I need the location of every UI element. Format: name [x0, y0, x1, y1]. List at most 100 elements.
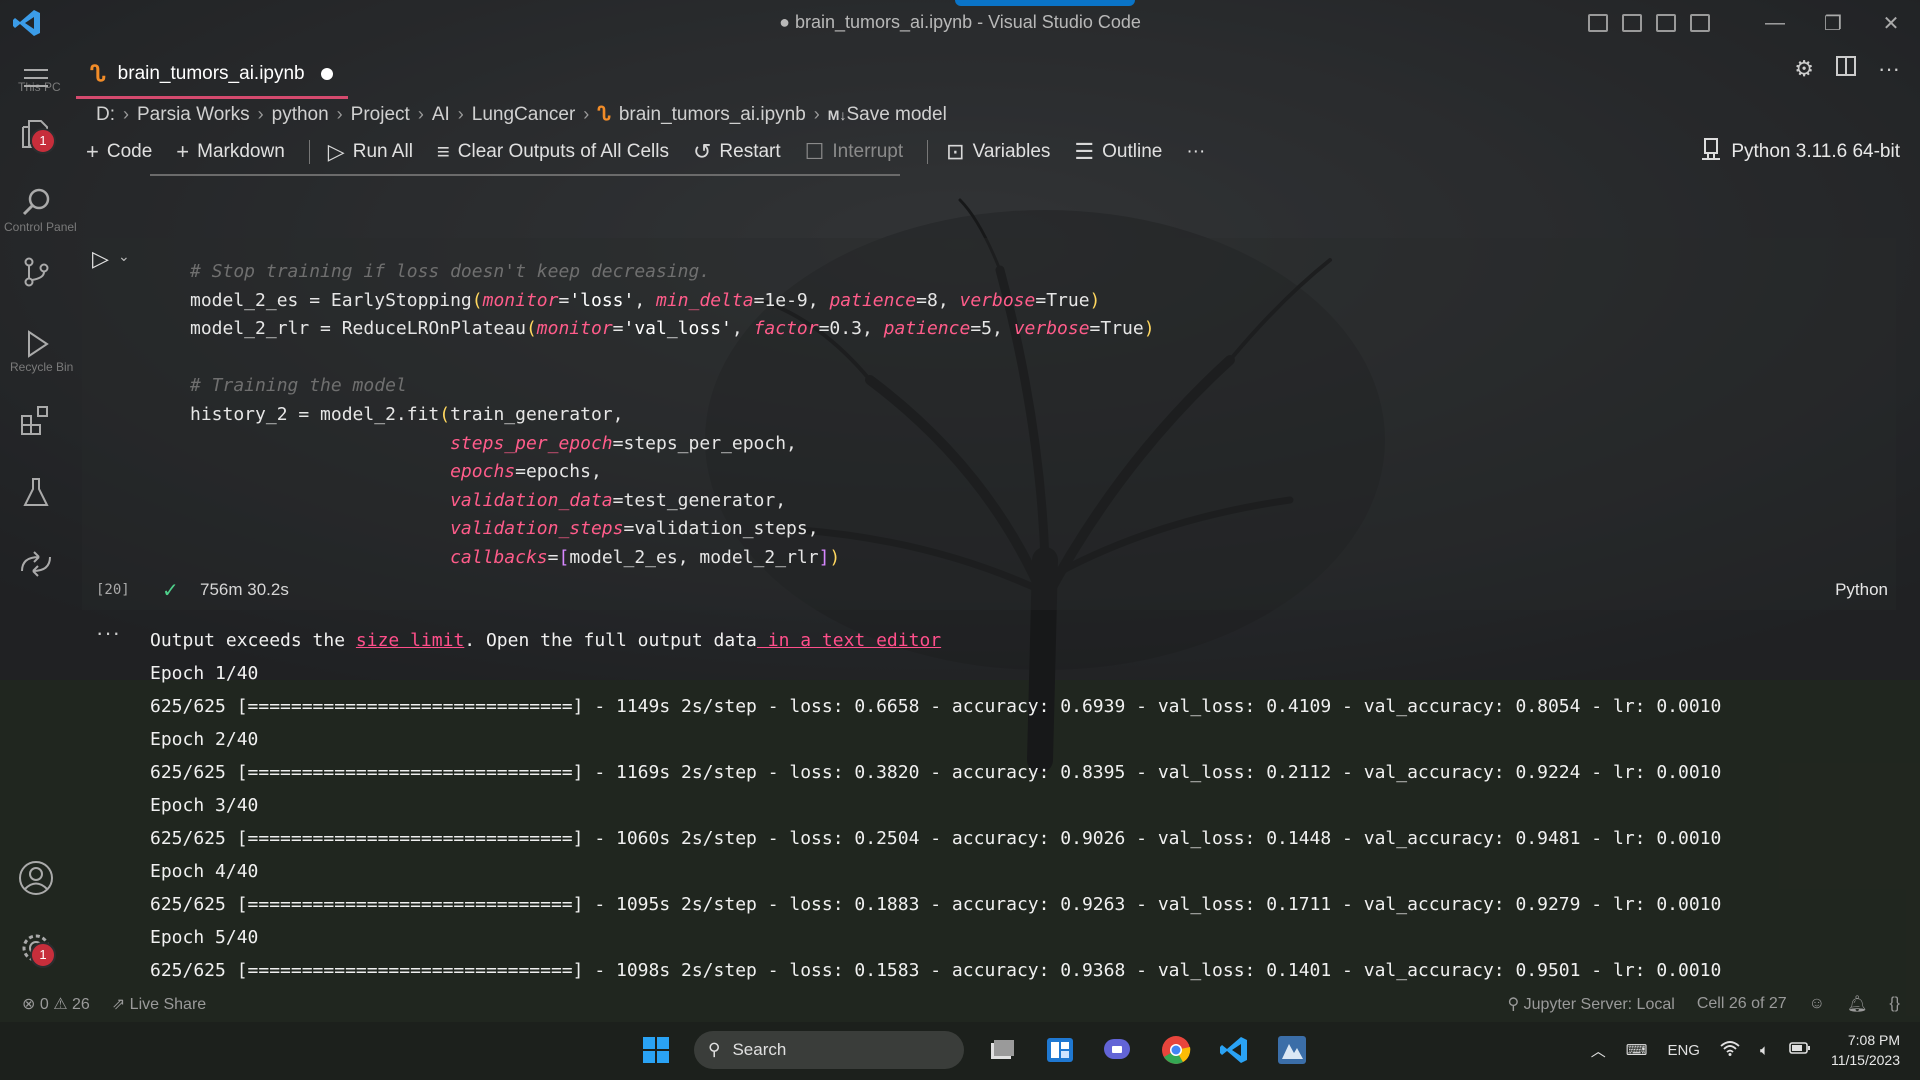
clear-outputs-button[interactable]: ≡ Clear Outputs of All Cells	[437, 139, 669, 165]
source-control-icon[interactable]	[14, 250, 58, 294]
battery-icon[interactable]	[1789, 1041, 1811, 1059]
kernel-icon	[1701, 138, 1721, 166]
warning-icon: ⚠	[53, 996, 68, 1013]
run-debug-icon[interactable]	[14, 322, 58, 366]
app-taskbar-icon[interactable]	[1272, 1030, 1312, 1070]
minimize-button[interactable]: —	[1746, 12, 1804, 35]
problems-status[interactable]: ⊗ 0 ⚠ 26	[22, 994, 90, 1014]
accounts-icon[interactable]	[14, 856, 58, 900]
input-language[interactable]: ENG	[1667, 1042, 1700, 1059]
extensions-icon[interactable]	[14, 398, 58, 442]
taskbar-search[interactable]: ⚲ Search	[694, 1031, 964, 1069]
toggle-panel-icon[interactable]	[1622, 14, 1642, 32]
more-actions-icon[interactable]: ···	[1878, 56, 1900, 82]
output-line: 625/625 [==============================]…	[150, 894, 1722, 915]
close-button[interactable]: ✕	[1862, 11, 1920, 36]
run-all-button[interactable]: ▷ Run All	[328, 139, 413, 165]
add-code-cell-button[interactable]: + Code	[86, 139, 152, 165]
toggle-primary-sidebar-icon[interactable]	[1588, 14, 1608, 32]
breadcrumb-item[interactable]: Save model	[846, 104, 946, 125]
restart-icon: ↺	[692, 139, 712, 164]
breadcrumb-item[interactable]: D:	[96, 104, 115, 126]
clear-all-icon: ≡	[436, 139, 450, 164]
manage-gear-icon[interactable]: 1	[14, 926, 58, 970]
add-markdown-cell-button[interactable]: + Markdown	[176, 139, 285, 165]
chevron-right-icon: ›	[336, 104, 343, 124]
teams-chat-icon[interactable]	[1098, 1030, 1138, 1070]
widgets-icon[interactable]	[1040, 1030, 1080, 1070]
plus-icon: +	[86, 139, 99, 164]
windows-start-icon[interactable]	[636, 1030, 676, 1070]
restart-button[interactable]: ↺ Restart	[693, 139, 781, 165]
breadcrumb-item[interactable]: Parsia Works	[137, 104, 250, 126]
breadcrumb-item[interactable]: AI	[432, 104, 450, 126]
restart-label: Restart	[719, 141, 781, 162]
layout-controls	[1588, 14, 1710, 32]
split-editor-icon[interactable]	[1836, 56, 1857, 82]
clock-time: 7:08 PM	[1847, 1032, 1900, 1048]
restore-button[interactable]: ❐	[1804, 11, 1862, 36]
interrupt-label: Interrupt	[832, 141, 904, 162]
execution-duration: 756m 30.2s	[200, 580, 289, 599]
wifi-icon[interactable]	[1720, 1040, 1740, 1060]
add-markdown-label: Markdown	[197, 141, 285, 162]
menu-icon[interactable]	[14, 56, 58, 100]
add-code-label: Code	[106, 141, 153, 162]
jupyter-server-status[interactable]: ⚲ Jupyter Server: Local	[1507, 994, 1674, 1014]
warning-count: 26	[72, 996, 90, 1013]
cell-language[interactable]: Python	[1835, 580, 1888, 600]
run-cell-icon[interactable]: ▷	[92, 246, 109, 272]
live-share-status[interactable]: ⇗ Live Share	[112, 994, 206, 1014]
title-bar: ● brain_tumors_ai.ipynb - Visual Studio …	[0, 0, 1920, 46]
output-line: 625/625 [==============================]…	[150, 696, 1722, 717]
ellipsis-icon: ···	[1186, 141, 1206, 162]
volume-icon[interactable]: 🔈︎	[1760, 1042, 1769, 1059]
keyboard-icon[interactable]: ⌨	[1626, 1041, 1648, 1059]
clock[interactable]: 7:08 PM 11/15/2023	[1831, 1030, 1900, 1070]
breadcrumb-item[interactable]: python	[272, 104, 329, 126]
plus-icon: +	[176, 139, 190, 164]
explorer-icon[interactable]: 1	[14, 112, 58, 156]
notebook-settings-gear-icon[interactable]: ⚙	[1794, 56, 1814, 82]
testing-icon[interactable]	[14, 470, 58, 514]
notifications-bell-icon[interactable]: 🔔︎	[1847, 994, 1867, 1014]
open-in-editor-link[interactable]: in a text editor	[757, 630, 941, 651]
cell-output: ··· Output exceeds the size limit. Open …	[82, 620, 1896, 992]
toolbar-divider	[308, 140, 310, 164]
kernel-picker[interactable]: Python 3.11.6 64-bit	[1701, 138, 1900, 166]
customize-layout-icon[interactable]	[1690, 14, 1710, 32]
interrupt-button[interactable]: ☐ Interrupt	[805, 139, 904, 165]
code-editor[interactable]: # Stop training if loss doesn't keep dec…	[190, 258, 1155, 573]
code-cell[interactable]: ▷ ⌄ # Stop training if loss doesn't keep…	[82, 238, 1896, 610]
tab-brain-tumors-notebook[interactable]: ᔐ brain_tumors_ai.ipynb	[76, 52, 348, 99]
outline-button[interactable]: ☰ Outline	[1074, 139, 1162, 165]
copilot-icon[interactable]: {}	[1889, 995, 1900, 1013]
unsaved-dot-icon[interactable]	[320, 68, 333, 80]
breadcrumb-item[interactable]: brain_tumors_ai.ipynb	[619, 104, 806, 126]
search-icon[interactable]	[14, 180, 58, 224]
output-more-icon[interactable]: ···	[96, 620, 121, 646]
toggle-secondary-sidebar-icon[interactable]	[1656, 14, 1676, 32]
breadcrumb-item[interactable]: LungCancer	[472, 104, 576, 126]
task-view-icon[interactable]	[982, 1030, 1022, 1070]
chevron-down-icon[interactable]: ⌄	[118, 248, 130, 265]
output-notice: Output exceeds the	[150, 630, 356, 651]
feedback-icon[interactable]: ☺	[1809, 995, 1825, 1013]
cell-position[interactable]: Cell 26 of 27	[1697, 995, 1787, 1013]
chrome-icon[interactable]	[1156, 1030, 1196, 1070]
toolbar-more-button[interactable]: ···	[1186, 141, 1205, 163]
manage-badge: 1	[30, 942, 56, 968]
output-line: 625/625 [==============================]…	[150, 762, 1722, 783]
clock-date: 11/15/2023	[1830, 1052, 1900, 1068]
markdown-icon: M↓	[827, 106, 847, 123]
clear-outputs-label: Clear Outputs of All Cells	[457, 141, 669, 162]
vscode-taskbar-icon[interactable]	[1214, 1030, 1254, 1070]
chevron-up-icon[interactable]: ︿	[1591, 1040, 1606, 1061]
remote-explorer-icon[interactable]	[14, 542, 58, 586]
chevron-right-icon: ›	[813, 104, 820, 124]
breadcrumb-item[interactable]: Project	[351, 104, 410, 126]
size-limit-link[interactable]: size limit	[356, 630, 464, 651]
title-accent-bar	[955, 0, 1135, 6]
output-line: 625/625 [==============================]…	[150, 960, 1722, 981]
variables-button[interactable]: ⊡ Variables	[946, 139, 1050, 165]
